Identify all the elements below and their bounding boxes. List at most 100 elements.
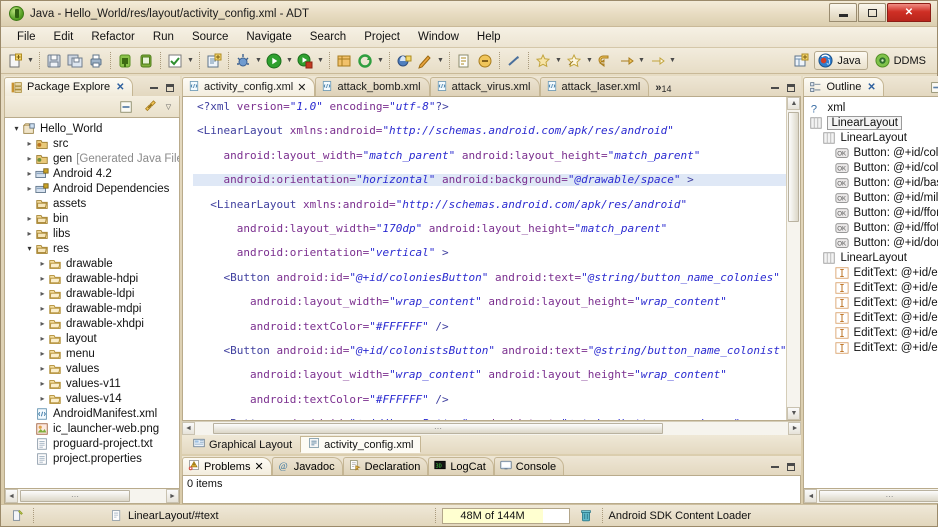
run-icon[interactable] — [264, 51, 284, 71]
code-line[interactable]: <LinearLayout xmlns:android="http://sche… — [193, 198, 786, 211]
code-line[interactable]: android:textColor="#FFFFFF" /> — [193, 320, 786, 333]
new-package-icon[interactable] — [334, 51, 354, 71]
tree-item[interactable]: ▾ Hello_World — [7, 121, 179, 136]
package-explorer-hscrollbar[interactable]: ◄ ⋯ ► — [4, 489, 180, 504]
chevron-right-icon[interactable]: ▸ — [24, 139, 35, 148]
tree-item[interactable]: ▸ drawable-xhdpi — [7, 316, 179, 331]
collapse-all-icon[interactable] — [116, 97, 136, 117]
outline-hscrollbar[interactable]: ◄ ⋯ ► — [803, 489, 938, 504]
avd-manager-icon[interactable] — [136, 51, 156, 71]
tree-item[interactable]: project.properties — [7, 451, 179, 466]
tree-item[interactable]: ▸ layout — [7, 331, 179, 346]
tree-item[interactable]: ▸ Android Dependencies — [7, 181, 179, 196]
code-line[interactable]: <Button android:id="@+id/coloniesButton"… — [193, 271, 786, 284]
new-dropdown-icon[interactable]: ▼ — [26, 51, 35, 71]
run-external-tools-icon[interactable] — [295, 51, 315, 71]
heap-status[interactable]: 48M of 144M — [441, 507, 570, 524]
code-line[interactable]: android:layout_width="match_parent" andr… — [193, 149, 786, 162]
close-icon[interactable]: ✕ — [254, 460, 263, 473]
editor-mode-tab-graphical-layout[interactable]: Graphical Layout — [185, 436, 300, 453]
chevron-right-icon[interactable]: ▸ — [24, 214, 35, 223]
view-menu-icon[interactable]: ▽ — [164, 97, 173, 117]
scroll-thumb[interactable]: ⋯ — [20, 490, 130, 502]
chevron-right-icon[interactable]: ▸ — [24, 229, 35, 238]
editor-tab-attack_virus-xml[interactable]: attack_virus.xml — [429, 77, 540, 96]
bottom-tab-declaration[interactable]: Declaration — [342, 457, 429, 475]
outline-item[interactable]: EditText: @+id/editTextColonists — [806, 280, 938, 295]
menu-help[interactable]: Help — [469, 29, 509, 45]
menu-source[interactable]: Source — [184, 29, 236, 45]
tree-item[interactable]: ▸ drawable — [7, 256, 179, 271]
close-icon[interactable]: ✕ — [867, 82, 875, 93]
scroll-track[interactable]: ⋯ — [195, 422, 789, 435]
scroll-thumb[interactable] — [788, 112, 800, 222]
chevron-right-icon[interactable]: ▸ — [37, 364, 48, 373]
trash-icon[interactable] — [576, 506, 596, 526]
scroll-track[interactable]: ⋯ — [18, 489, 166, 503]
package-explorer-tree-body[interactable]: ▾ Hello_World ▸ src ▸ gen[Generated Java File… — [4, 117, 180, 489]
chevron-right-icon[interactable]: ▸ — [37, 349, 48, 358]
tree-item[interactable]: ▾ res — [7, 241, 179, 256]
code-scroll-region[interactable]: <?xml version="1.0" encoding="utf-8"?> <… — [183, 97, 787, 420]
menu-navigate[interactable]: Navigate — [238, 29, 299, 45]
xml-source-editor[interactable]: <?xml version="1.0" encoding="utf-8"?> <… — [182, 96, 802, 421]
menu-run[interactable]: Run — [145, 29, 182, 45]
outline-item[interactable]: EditText: @+id/editForcefieldOff — [806, 340, 938, 355]
next-icon[interactable] — [647, 51, 667, 71]
code-line[interactable]: <LinearLayout xmlns:android="http://sche… — [193, 125, 786, 137]
lint-check-icon[interactable] — [165, 51, 185, 71]
scroll-thumb[interactable]: ⋯ — [213, 423, 663, 434]
outline-item[interactable]: EditText: @+id/editForcefieldOn — [806, 325, 938, 340]
collapse-all-icon[interactable] — [929, 80, 938, 94]
save-icon[interactable] — [44, 51, 64, 71]
tab-outline[interactable]: Outline ✕ — [803, 77, 884, 96]
outline-item[interactable]: ? xml — [806, 100, 938, 115]
forward-icon[interactable] — [616, 51, 636, 71]
xml-code[interactable]: <?xml version="1.0" encoding="utf-8"?> <… — [183, 97, 787, 420]
bottom-tab-logcat[interactable]: 3D LogCat — [428, 457, 494, 475]
android-sdk-manager-icon[interactable] — [115, 51, 135, 71]
chevron-right-icon[interactable]: ▸ — [37, 259, 48, 268]
outline-item[interactable]: OK Button: @+id/coloniesButton — [806, 145, 938, 160]
tree-item[interactable]: AndroidManifest.xml — [7, 406, 179, 421]
close-button[interactable]: ✕ — [887, 3, 931, 22]
editor-tab-attack_bomb-xml[interactable]: attack_bomb.xml — [315, 77, 430, 96]
tree-item[interactable]: ▸ values-v14 — [7, 391, 179, 406]
chevron-right-icon[interactable]: ▸ — [24, 154, 35, 163]
editor-tab-activity_config-xml[interactable]: activity_config.xml ✕ — [182, 77, 316, 96]
forward-dropdown-icon[interactable]: ▼ — [637, 51, 646, 71]
bottom-tab-console[interactable]: Console — [493, 457, 565, 475]
search-icon[interactable] — [415, 51, 435, 71]
outline-item[interactable]: OK Button: @+id/colonistsButton — [806, 160, 938, 175]
tree-item[interactable]: ▸ menu — [7, 346, 179, 361]
chevron-down-icon[interactable]: ▾ — [24, 244, 35, 253]
save-all-icon[interactable] — [65, 51, 85, 71]
scroll-right-button[interactable]: ► — [788, 422, 802, 435]
outline-item[interactable]: EditText: @+id/editTextColonies — [806, 265, 938, 280]
code-line[interactable]: android:layout_width="wrap_content" andr… — [193, 369, 786, 381]
code-line[interactable]: <Button android:id="@+id/colonistsButton… — [193, 344, 786, 357]
editor-tab-overflow[interactable]: » 14 — [649, 82, 677, 96]
debug-icon[interactable] — [233, 51, 253, 71]
minimize-view-icon[interactable] — [148, 82, 160, 94]
scroll-right-button[interactable]: ► — [166, 489, 179, 503]
search-dropdown-icon[interactable]: ▼ — [436, 51, 445, 71]
tree-item[interactable]: ▸ values — [7, 361, 179, 376]
outline-item[interactable]: OK Button: @+id/doneButton — [806, 235, 938, 250]
menu-search[interactable]: Search — [302, 29, 354, 45]
code-line[interactable]: <Button android:id="@+id/basesButton" an… — [193, 417, 786, 420]
tree-item[interactable]: ▸ drawable-hdpi — [7, 271, 179, 286]
maximize-view-icon[interactable] — [164, 82, 176, 94]
scroll-track[interactable]: ⋯ — [817, 489, 938, 503]
toggle-mark-occurrences-icon[interactable] — [504, 51, 524, 71]
minimize-button[interactable] — [829, 3, 857, 22]
tree-item[interactable]: ▸ gen[Generated Java Files] — [7, 151, 179, 166]
tree-item[interactable]: ▸ Android 4.2 — [7, 166, 179, 181]
menu-file[interactable]: File — [9, 29, 44, 45]
perspective-ddms[interactable]: DDMS — [871, 51, 933, 70]
outline-item[interactable]: LinearLayout — [806, 115, 938, 130]
scroll-down-button[interactable]: ▼ — [787, 407, 801, 420]
external-tools-dropdown-icon[interactable]: ▼ — [316, 51, 325, 71]
editor-vscrollbar[interactable]: ▲ ▼ — [786, 97, 801, 420]
open-perspective-icon[interactable] — [791, 51, 811, 71]
